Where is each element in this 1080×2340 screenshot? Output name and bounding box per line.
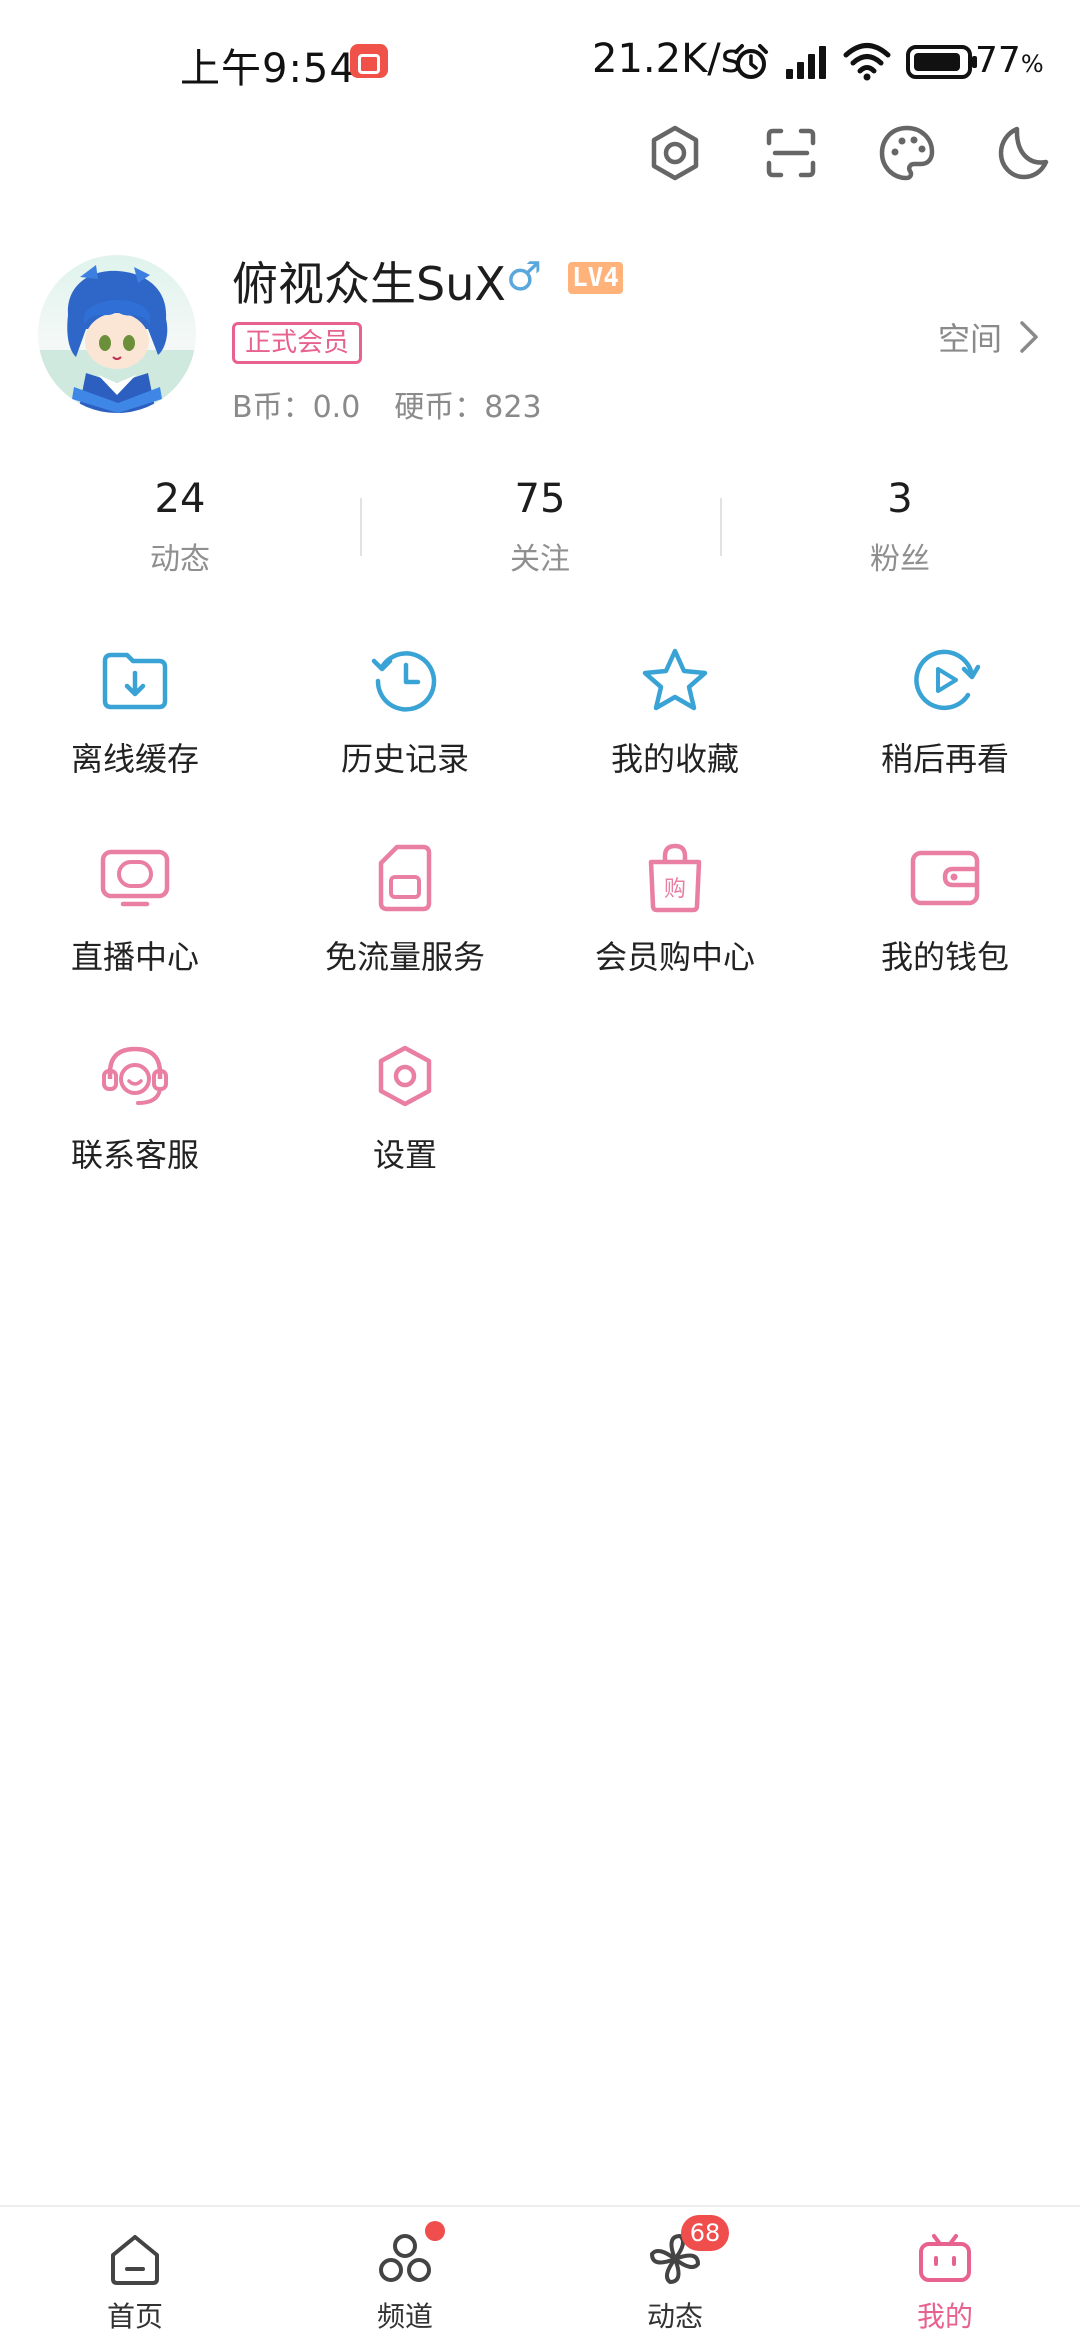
battery-icon xyxy=(906,45,977,79)
menu-settings[interactable]: 设置 xyxy=(270,1036,540,1186)
stat-value: 75 xyxy=(514,476,566,522)
offline-cache-icon xyxy=(95,640,175,720)
wifi-icon xyxy=(843,43,891,81)
menu-label: 历史记录 xyxy=(340,740,469,778)
coin-balance: B币：0.0 硬币：823 xyxy=(232,382,542,426)
stat-label: 粉丝 xyxy=(870,542,930,577)
stat-value: 24 xyxy=(154,476,206,522)
bottom-nav: 首页 频道 68 动态 我的 xyxy=(0,2205,1080,2340)
level-badge: LV4 xyxy=(568,262,623,294)
settings-icon xyxy=(365,1036,445,1116)
history-icon xyxy=(365,640,445,720)
live-tv-icon xyxy=(95,838,175,918)
watch-later-icon xyxy=(905,640,985,720)
menu-label: 免流量服务 xyxy=(324,938,485,976)
gender-male-icon: ♂ xyxy=(506,254,542,300)
tv-mine-icon xyxy=(913,2227,977,2291)
channel-icon xyxy=(373,2221,445,2291)
screen-record-icon xyxy=(350,44,388,78)
stat-following[interactable]: 75 关注 xyxy=(360,470,720,590)
profile-page: 上午9:54 21.2K/s 77% 俯视众生SuX ♂ LV4 正式会员 B币… xyxy=(0,0,1080,2340)
nav-label: 动态 xyxy=(646,2300,703,2333)
signal-icon xyxy=(786,46,826,79)
menu-watch-later[interactable]: 稍后再看 xyxy=(810,640,1080,790)
battery-unit: % xyxy=(1020,50,1044,78)
network-speed: 21.2K/s xyxy=(592,36,742,82)
menu-history[interactable]: 历史记录 xyxy=(270,640,540,790)
sim-card-icon xyxy=(365,838,445,918)
nav-home[interactable]: 首页 xyxy=(0,2207,270,2340)
nav-label: 我的 xyxy=(916,2300,973,2333)
menu-free-data[interactable]: 免流量服务 xyxy=(270,838,540,988)
top-actions xyxy=(0,118,1080,188)
menu-label: 离线缓存 xyxy=(70,740,199,778)
menu-live-center[interactable]: 直播中心 xyxy=(0,838,270,988)
menu-favorites[interactable]: 我的收藏 xyxy=(540,640,810,790)
space-link[interactable]: 空间 xyxy=(938,314,1040,360)
menu-label: 直播中心 xyxy=(70,938,199,976)
svg-text:购: 购 xyxy=(664,877,686,902)
nav-channel[interactable]: 频道 xyxy=(270,2207,540,2340)
notification-dot xyxy=(425,2221,445,2241)
menu-label: 联系客服 xyxy=(70,1136,199,1174)
battery-percent: 77% xyxy=(975,40,1044,81)
night-mode-icon[interactable] xyxy=(988,118,1058,188)
menu-label: 稍后再看 xyxy=(880,740,1009,778)
customer-service-icon xyxy=(95,1036,175,1116)
stat-value: 3 xyxy=(887,476,913,522)
scan-icon[interactable] xyxy=(756,118,826,188)
status-icons xyxy=(732,40,978,84)
menu-member-shop[interactable]: 购 会员购中心 xyxy=(540,838,810,988)
menu-label: 会员购中心 xyxy=(594,938,755,976)
stat-label: 关注 xyxy=(510,542,570,577)
theme-palette-icon[interactable] xyxy=(872,118,942,188)
menu-label: 我的钱包 xyxy=(880,938,1009,976)
stats-row: 24 动态 75 关注 3 粉丝 xyxy=(0,470,1080,590)
nav-mine[interactable]: 我的 xyxy=(810,2207,1080,2340)
shopping-bag-icon: 购 xyxy=(635,838,715,918)
chevron-right-icon xyxy=(1020,321,1038,353)
menu-label: 设置 xyxy=(372,1136,437,1174)
settings-hex-icon[interactable] xyxy=(640,118,710,188)
status-time: 上午9:54 xyxy=(180,46,356,92)
menu-wallet[interactable]: 我的钱包 xyxy=(810,838,1080,988)
star-icon xyxy=(635,640,715,720)
avatar[interactable] xyxy=(38,255,196,413)
dynamic-count-badge: 68 xyxy=(681,2215,729,2251)
space-label: 空间 xyxy=(937,320,1002,358)
wallet-icon xyxy=(905,838,985,918)
stat-fans[interactable]: 3 粉丝 xyxy=(720,470,1080,590)
menu-offline-cache[interactable]: 离线缓存 xyxy=(0,640,270,790)
stat-dynamics[interactable]: 24 动态 xyxy=(0,470,360,590)
status-bar: 上午9:54 21.2K/s 77% xyxy=(0,0,1080,120)
nav-label: 频道 xyxy=(376,2300,433,2333)
home-icon xyxy=(103,2227,167,2291)
menu-label: 我的收藏 xyxy=(610,740,739,778)
dynamic-icon: 68 xyxy=(643,2215,729,2291)
nav-label: 首页 xyxy=(106,2300,163,2333)
battery-value: 77 xyxy=(975,40,1021,81)
menu-customer-service[interactable]: 联系客服 xyxy=(0,1036,270,1186)
member-badge[interactable]: 正式会员 xyxy=(232,322,363,364)
hard-coin: 硬币：823 xyxy=(394,390,542,425)
nav-dynamic[interactable]: 68 动态 xyxy=(540,2207,810,2340)
b-coin: B币：0.0 xyxy=(232,390,361,425)
alarm-icon xyxy=(734,44,768,79)
username[interactable]: 俯视众生SuX xyxy=(232,248,506,314)
stat-label: 动态 xyxy=(150,542,210,577)
